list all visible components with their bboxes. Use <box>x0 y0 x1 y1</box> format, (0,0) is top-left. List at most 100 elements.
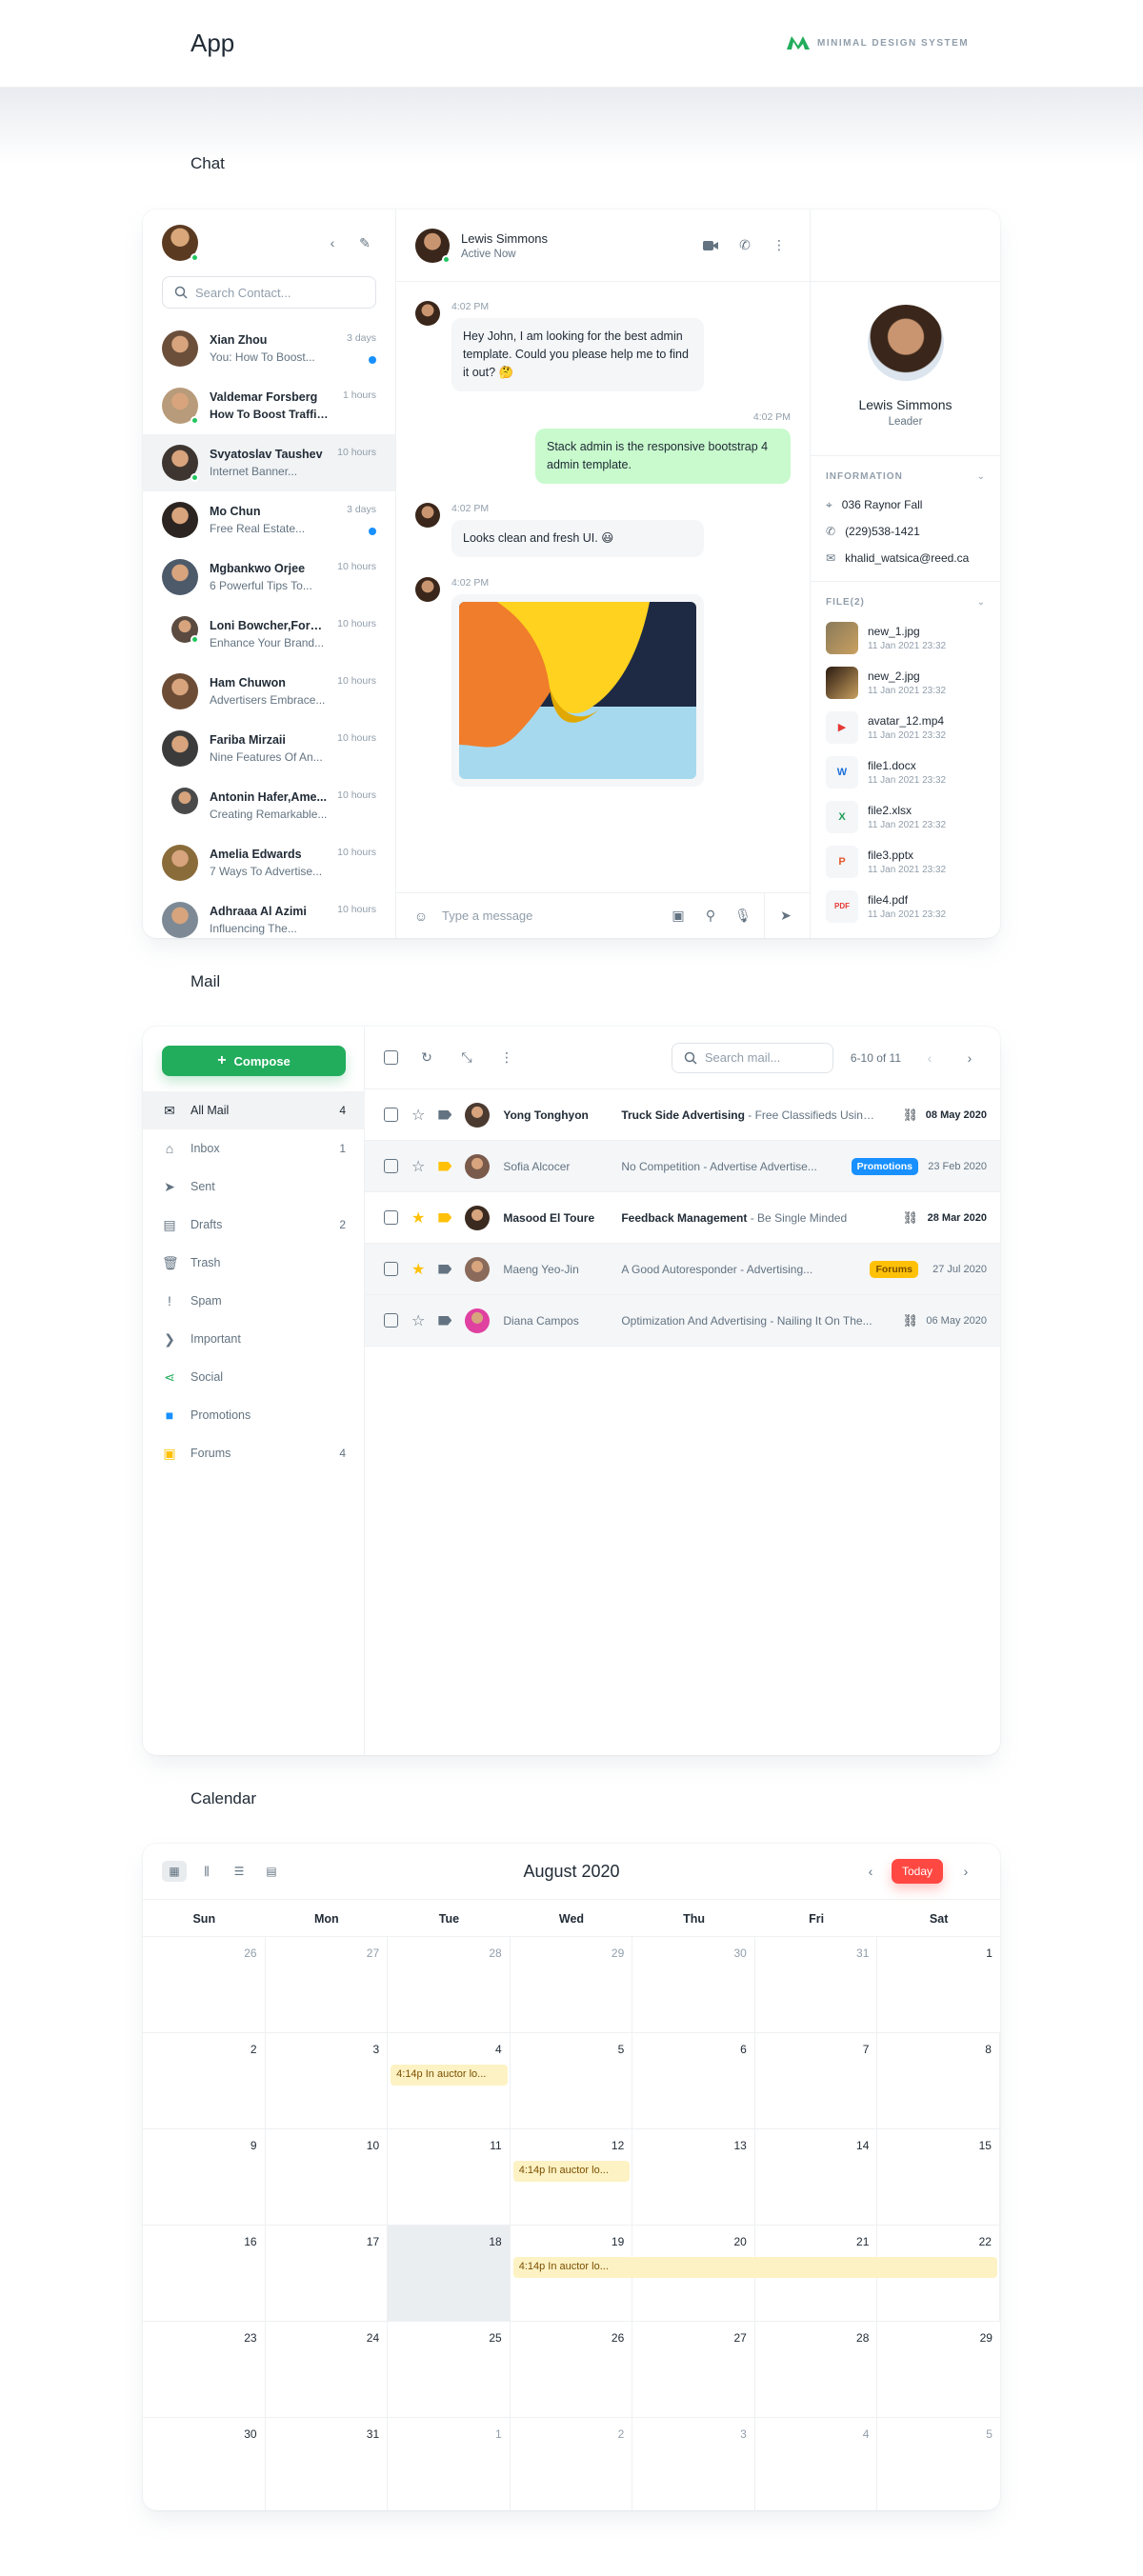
star-icon[interactable]: ☆ <box>411 1106 425 1125</box>
calendar-day[interactable]: 3 <box>632 2418 755 2510</box>
mail-row[interactable]: ★ Masood El Toure Feedback Management - Be… <box>365 1192 1000 1244</box>
microphone-icon[interactable]: 🎙 <box>732 905 754 928</box>
calendar-day[interactable]: 31 <box>266 2418 389 2510</box>
mail-label-drafts[interactable]: ▤ Drafts 2 <box>143 1206 365 1244</box>
calendar-day[interactable]: 30 <box>632 1937 755 2032</box>
file-item[interactable]: new_2.jpg 11 Jan 2021 23:32 <box>811 660 1000 705</box>
row-checkbox[interactable] <box>384 1313 398 1328</box>
mail-label-promotions[interactable]: ■ Promotions <box>143 1396 365 1434</box>
today-button[interactable]: Today <box>892 1859 943 1884</box>
calendar-day[interactable]: 2 <box>511 2418 633 2510</box>
calendar-event[interactable]: 4:14p In auctor lo... <box>391 2065 508 2086</box>
contact-item[interactable]: Adhraaa Al Azimi Influencing The... 10 hou… <box>143 891 395 938</box>
star-filled-icon[interactable]: ★ <box>411 1260 425 1279</box>
calendar-day[interactable]: 8 <box>877 2033 1000 2128</box>
select-all-checkbox[interactable] <box>384 1050 398 1065</box>
calendar-day[interactable]: 30 <box>143 2418 266 2510</box>
brand[interactable]: MINIMAL DESIGN SYSTEM <box>787 36 969 50</box>
calendar-day[interactable]: 11 <box>388 2129 511 2225</box>
contact-item[interactable]: Antonin Hafer,Ame... Creating Remarkable.… <box>143 777 395 834</box>
more-vertical-icon[interactable]: ⋮ <box>768 234 791 257</box>
calendar-day[interactable]: 1 <box>388 2418 511 2510</box>
calendar-day[interactable]: 15 <box>877 2129 1000 2225</box>
prev-month-icon[interactable]: ‹ <box>859 1860 882 1883</box>
label-tag-icon[interactable] <box>438 1109 452 1120</box>
calendar-day[interactable]: 14 <box>755 2129 878 2225</box>
contact-item[interactable]: Loni Bowcher,Forsb... Enhance Your Brand.… <box>143 606 395 663</box>
row-checkbox[interactable] <box>384 1262 398 1276</box>
label-tag-icon[interactable] <box>438 1315 452 1326</box>
mail-label-spam[interactable]: ! Spam <box>143 1282 365 1320</box>
contact-item[interactable]: Ham Chuwon Advertisers Embrace... 10 hours <box>143 663 395 720</box>
calendar-day[interactable]: 2 <box>143 2033 266 2128</box>
mail-row[interactable]: ☆ Yong Tonghyon Truck Side Advertising - F… <box>365 1089 1000 1141</box>
calendar-day[interactable]: 18 <box>388 2226 511 2321</box>
row-checkbox[interactable] <box>384 1108 398 1122</box>
edit-icon[interactable]: ✎ <box>353 231 376 254</box>
calendar-day[interactable]: 26 <box>143 1937 266 2032</box>
mail-label-forums[interactable]: ▣ Forums 4 <box>143 1434 365 1472</box>
conversation-avatar[interactable] <box>415 228 451 264</box>
video-call-icon[interactable] <box>699 234 722 257</box>
row-checkbox[interactable] <box>384 1159 398 1173</box>
paperclip-icon[interactable]: ⚲ <box>699 905 722 928</box>
file-item[interactable]: Xfile2.xlsx 11 Jan 2021 23:32 <box>811 794 1000 839</box>
calendar-day[interactable]: 29 <box>877 2322 1000 2417</box>
contact-item[interactable]: Mo Chun Free Real Estate... 3 days <box>143 491 395 549</box>
mail-row[interactable]: ☆ Diana Campos Optimization And Advertisin… <box>365 1295 1000 1347</box>
calendar-day[interactable]: 16 <box>143 2226 266 2321</box>
refresh-icon[interactable]: ↻ <box>415 1047 438 1069</box>
calendar-day[interactable]: 28 <box>388 1937 511 2032</box>
calendar-day[interactable]: 25 <box>388 2322 511 2417</box>
current-user-avatar[interactable] <box>162 225 199 262</box>
mail-label-all-mail[interactable]: ✉ All Mail 4 <box>143 1091 365 1129</box>
mail-label-trash[interactable]: 🗑 Trash <box>143 1244 365 1282</box>
image-attach-icon[interactable]: ▣ <box>667 905 690 928</box>
calendar-day[interactable]: 29 <box>511 1937 633 2032</box>
compose-button[interactable]: + Compose <box>162 1046 346 1076</box>
calendar-day[interactable]: 10 <box>266 2129 389 2225</box>
calendar-day[interactable]: 23 <box>143 2322 266 2417</box>
file-item[interactable]: Wfile1.docx 11 Jan 2021 23:32 <box>811 749 1000 794</box>
send-icon[interactable]: ➤ <box>774 905 797 928</box>
star-icon[interactable]: ☆ <box>411 1311 425 1330</box>
mail-row[interactable]: ☆ Sofia Alcocer No Competition - Advertise… <box>365 1141 1000 1192</box>
phone-icon[interactable]: ✆ <box>733 234 756 257</box>
expand-icon[interactable]: ⤡ <box>455 1047 478 1069</box>
star-filled-icon[interactable]: ★ <box>411 1208 425 1228</box>
calendar-day[interactable]: 27 <box>632 2322 755 2417</box>
shared-image[interactable] <box>459 602 696 779</box>
calendar-day[interactable]: 1 <box>877 1937 1000 2032</box>
contact-item[interactable]: Amelia Edwards 7 Ways To Advertise... 10 h… <box>143 834 395 891</box>
calendar-day[interactable]: 28 <box>755 2322 878 2417</box>
calendar-day[interactable]: 4 <box>755 2418 878 2510</box>
file-item[interactable]: new_1.jpg 11 Jan 2021 23:32 <box>811 615 1000 660</box>
calendar-day[interactable]: 24 <box>266 2322 389 2417</box>
calendar-event[interactable]: 4:14p In auctor lo... <box>512 2257 997 2278</box>
label-tag-icon[interactable] <box>438 1212 452 1223</box>
label-tag-icon[interactable] <box>438 1264 452 1274</box>
next-month-icon[interactable]: › <box>954 1860 977 1883</box>
more-vertical-icon[interactable]: ⋮ <box>495 1047 518 1069</box>
message-input[interactable]: Type a message <box>442 909 657 923</box>
contact-item[interactable]: Fariba Mirzaii Nine Features Of An... 10 h… <box>143 720 395 777</box>
calendar-day[interactable]: 9 <box>143 2129 266 2225</box>
mail-label-inbox[interactable]: ⌂ Inbox 1 <box>143 1129 365 1168</box>
collapse-icon[interactable]: ‹ <box>321 231 344 254</box>
mail-label-sent[interactable]: ➤ Sent <box>143 1168 365 1206</box>
message-image-bubble[interactable] <box>451 594 704 787</box>
file-item[interactable]: PDF file4.pdf 11 Jan 2021 23:32 <box>811 884 1000 929</box>
calendar-day[interactable]: 13 <box>632 2129 755 2225</box>
mail-label-social[interactable]: ⋖ Social <box>143 1358 365 1396</box>
star-icon[interactable]: ☆ <box>411 1157 425 1176</box>
calendar-day[interactable]: 31 <box>755 1937 878 2032</box>
contact-item[interactable]: Xian Zhou You: How To Boost... 3 days <box>143 320 395 377</box>
calendar-day[interactable]: 5 <box>511 2033 633 2128</box>
file-item[interactable]: ▶ avatar_12.mp4 11 Jan 2021 23:32 <box>811 705 1000 749</box>
label-tag-icon[interactable] <box>438 1161 452 1171</box>
calendar-day[interactable]: 7 <box>755 2033 878 2128</box>
mail-row[interactable]: ★ Maeng Yeo-Jin A Good Autoresponder - Adv… <box>365 1244 1000 1295</box>
contact-item[interactable]: Mgbankwo Orjee 6 Powerful Tips To... 10 ho… <box>143 549 395 606</box>
calendar-day[interactable]: 26 <box>511 2322 633 2417</box>
file-item[interactable]: Pfile3.pptx 11 Jan 2021 23:32 <box>811 839 1000 884</box>
